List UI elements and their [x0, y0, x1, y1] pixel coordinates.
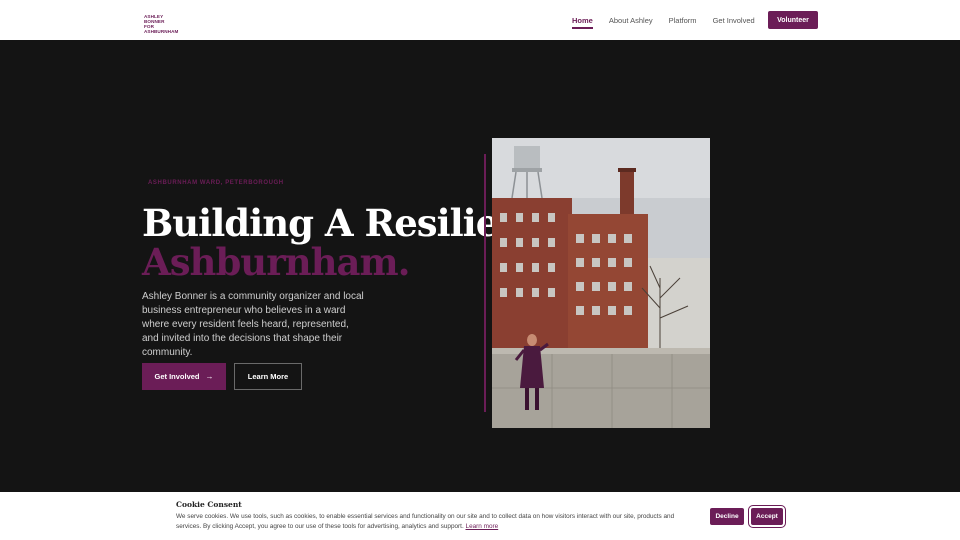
cookie-body: We serve cookies. We use tools, such as …: [176, 513, 675, 530]
hero-section: ASHBURNHAM WARD, PETERBOROUGH Building A…: [0, 40, 960, 492]
cookie-text: We serve cookies. We use tools, such as …: [176, 512, 701, 532]
nav-get-involved[interactable]: Get Involved: [713, 12, 755, 29]
get-involved-button[interactable]: Get Involved →: [142, 363, 226, 390]
volunteer-button[interactable]: Volunteer: [768, 11, 818, 29]
main-nav: Home About Ashley Platform Get Involved: [560, 0, 771, 40]
arrow-right-icon: →: [205, 372, 214, 381]
cookie-title: Cookie Consent: [176, 500, 242, 509]
learn-more-button[interactable]: Learn More: [234, 363, 302, 390]
site-logo[interactable]: ASHLEY BONNER FOR ASHBURNHAM: [144, 14, 184, 34]
hero-photo: [492, 138, 710, 428]
logo-line-2: FOR ASHBURNHAM: [144, 24, 179, 34]
hero-eyebrow: ASHBURNHAM WARD, PETERBOROUGH: [148, 180, 284, 186]
accent-bar: [484, 154, 486, 412]
nav-home[interactable]: Home: [572, 12, 593, 29]
hero-headline-accent: Ashburnham.: [142, 240, 411, 284]
site-header: ASHLEY BONNER FOR ASHBURNHAM Home About …: [0, 0, 960, 40]
cookie-learn-more-link[interactable]: Learn more: [466, 523, 499, 530]
hero-headline: Building A Resilient: [142, 201, 541, 245]
accept-button[interactable]: Accept: [748, 505, 786, 528]
cookie-consent-banner: Cookie Consent We serve cookies. We use …: [0, 492, 960, 540]
logo-line-1: ASHLEY BONNER: [144, 14, 165, 24]
hero-photo-illustration: [492, 138, 710, 428]
get-involved-label: Get Involved: [154, 372, 200, 381]
decline-button[interactable]: Decline: [710, 508, 744, 525]
nav-about-ashley[interactable]: About Ashley: [609, 12, 653, 29]
nav-platform[interactable]: Platform: [669, 12, 697, 29]
hero-description: Ashley Bonner is a community organizer a…: [142, 291, 364, 358]
